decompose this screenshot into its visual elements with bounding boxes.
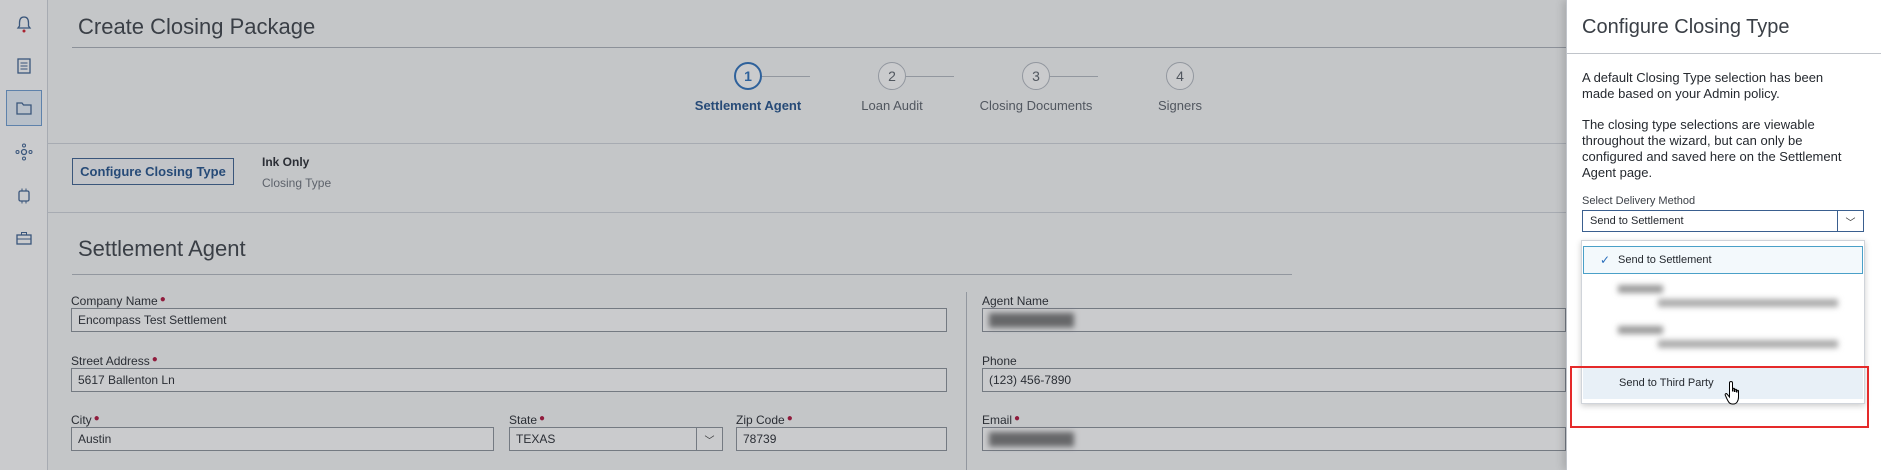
panel-divider [1567, 53, 1881, 54]
panel-paragraph-default: A default Closing Type selection has bee… [1582, 70, 1824, 101]
chevron-down-icon[interactable]: ﹀ [1837, 211, 1863, 231]
delivery-method-label: Select Delivery Method [1582, 195, 1696, 207]
modal-overlay[interactable] [0, 0, 1566, 470]
check-icon: ✓ [1600, 253, 1611, 267]
annotation-highlight-box [1570, 366, 1869, 428]
panel-title: Configure Closing Type [1582, 16, 1790, 38]
option-send-to-settlement[interactable]: ✓ Send to Settlement [1583, 246, 1863, 274]
option-blurred[interactable] [1618, 326, 1848, 358]
hand-cursor-icon [1724, 380, 1739, 405]
delivery-method-select[interactable]: Send to Settlement ﹀ [1582, 210, 1864, 232]
panel-paragraph-info: The closing type selections are viewable… [1582, 117, 1842, 180]
option-blurred[interactable] [1618, 285, 1848, 317]
